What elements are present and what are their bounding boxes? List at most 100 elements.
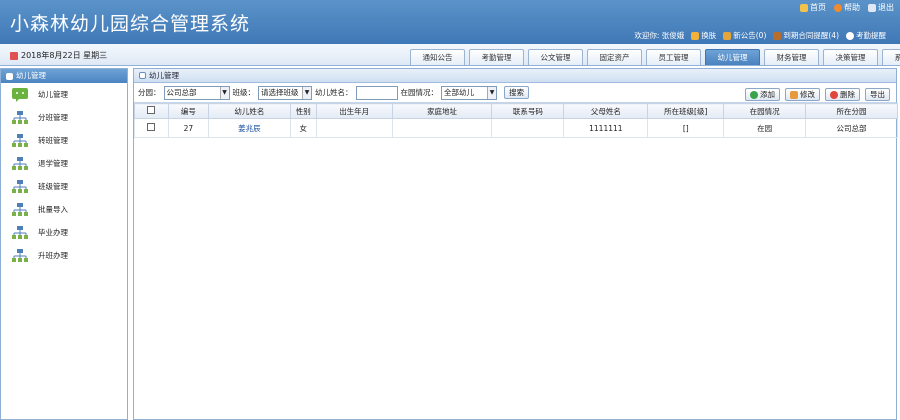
child-name-label: 幼儿姓名： (315, 88, 353, 97)
skin-switch[interactable]: 换肤 (691, 30, 716, 41)
contract-link[interactable]: 到期合同提醒(4) (773, 30, 839, 41)
skin-label: 换肤 (701, 31, 717, 40)
table-cell: 在园 (723, 118, 807, 138)
chevron-down-icon: ▼ (219, 86, 229, 99)
org-chart-icon (10, 201, 30, 219)
tab-attendance[interactable]: 考勤管理 (469, 49, 524, 65)
sidebar-item-label: 批量导入 (38, 205, 68, 214)
org-chart-icon (10, 132, 30, 150)
search-button[interactable]: 搜索 (504, 86, 529, 99)
exit-icon (868, 3, 876, 12)
status-label: 在园情况： (400, 88, 439, 97)
column-header: 所在分园 (805, 103, 898, 119)
home-link[interactable]: 首页 (800, 2, 826, 13)
user-bar: 欢迎你: 张俊娥 换肤 新公告(0) 到期合同提醒(4) 考勤提醒 (634, 30, 886, 41)
notice-label: 新公告(0) (733, 31, 767, 40)
tab-system[interactable]: 系统管理 (882, 49, 900, 65)
tab-staff[interactable]: 员工管理 (646, 49, 701, 65)
column-header: 出生年月 (315, 103, 393, 119)
add-button[interactable]: 添加 (745, 88, 780, 101)
sidebar: 幼儿管理 幼儿管理 分班管理 转班管理 退学管理 班级管理 批量导入 毕业办理 升班办理 (0, 68, 128, 420)
sidebar-item-label: 转班管理 (38, 136, 68, 145)
main-header: 幼儿管理 (134, 69, 896, 83)
child-name-input[interactable] (355, 85, 398, 100)
sidebar-item[interactable]: 升班办理 (1, 244, 127, 267)
column-header: 在园情况 (723, 103, 807, 119)
select-all-checkbox[interactable] (147, 106, 156, 114)
sidebar-item-label: 班级管理 (38, 182, 68, 191)
org-chart-icon (10, 109, 30, 127)
column-header: 所在班级[级] (647, 103, 725, 119)
sidebar-item-label: 升班办理 (38, 251, 68, 260)
table-cell: 1111111 (563, 118, 649, 138)
org-chart-icon (10, 178, 30, 196)
status-select[interactable]: 全部幼儿 ▼ (441, 85, 497, 100)
sidebar-item[interactable]: 班级管理 (1, 175, 127, 198)
add-label: 添加 (760, 90, 775, 99)
table-cell (315, 118, 393, 138)
class-value: 请选择班级 (261, 88, 299, 97)
class-select[interactable]: 请选择班级 ▼ (258, 85, 312, 100)
table-cell: 27 (167, 118, 209, 138)
tab-children[interactable]: 幼儿管理 (705, 49, 760, 65)
skin-icon (691, 31, 700, 40)
main-title: 幼儿管理 (149, 70, 179, 80)
sidebar-item[interactable]: 分班管理 (1, 106, 127, 129)
exit-link[interactable]: 退出 (868, 2, 894, 13)
column-header (134, 103, 169, 119)
sidebar-item[interactable]: 幼儿管理 (1, 83, 127, 106)
date-text: 2018年8月22日 星期三 (21, 51, 108, 60)
status-value: 全部幼儿 (444, 88, 474, 97)
chevron-down-icon: ▼ (302, 86, 311, 99)
notice-link[interactable]: 新公告(0) (723, 30, 766, 41)
sidebar-item[interactable]: 批量导入 (1, 198, 127, 221)
welcome-text: 欢迎你: 张俊娥 (634, 31, 685, 40)
sidebar-item-label: 幼儿管理 (38, 90, 68, 99)
nav-bar: 2018年8月22日 星期三 通知公告 考勤管理 公文管理 固定资产 员工管理 … (0, 44, 900, 66)
branch-select[interactable]: 公司总部 ▼ (163, 85, 230, 100)
branch-label: 分园： (138, 88, 161, 97)
chat-icon (10, 86, 30, 104)
notice-icon (723, 31, 732, 40)
table-cell: 姜兆辰 (207, 118, 291, 138)
delete-label: 删除 (840, 90, 855, 99)
sidebar-item-label: 毕业办理 (38, 228, 68, 237)
tab-documents[interactable]: 公文管理 (528, 49, 583, 65)
help-label: 帮助 (844, 3, 860, 12)
chevron-down-icon: ▼ (487, 86, 496, 99)
tab-decision[interactable]: 决策管理 (823, 49, 878, 65)
action-bar: 添加 修改 删除 导出 (745, 88, 890, 101)
table-cell: 公司总部 (805, 118, 898, 138)
child-name-link[interactable]: 姜兆辰 (238, 124, 261, 133)
sidebar-item[interactable]: 退学管理 (1, 152, 127, 175)
table-cell: [] (647, 118, 725, 138)
column-header: 幼儿姓名 (207, 103, 291, 119)
table-row[interactable]: 27 姜兆辰 女 1111111[] 在园 公司总部 (134, 118, 898, 138)
tab-assets[interactable]: 固定资产 (587, 49, 642, 65)
column-header: 家庭地址 (391, 103, 493, 119)
edit-button[interactable]: 修改 (785, 88, 820, 101)
sidebar-item[interactable]: 毕业办理 (1, 221, 127, 244)
top-links: 首页 帮助 退出 (800, 2, 894, 13)
tab-finance[interactable]: 财务管理 (764, 49, 819, 65)
calendar-icon (10, 51, 18, 60)
tab-notice[interactable]: 通知公告 (410, 49, 465, 65)
contract-label: 到期合同提醒(4) (783, 31, 839, 40)
column-header: 父母姓名 (563, 103, 649, 119)
edit-icon (790, 90, 798, 99)
branch-value: 公司总部 (166, 88, 197, 97)
column-header: 联系号码 (491, 103, 565, 119)
attendance-label: 考勤提醒 (856, 31, 886, 40)
sidebar-item-label: 分班管理 (38, 113, 68, 122)
panel-icon (139, 72, 146, 79)
row-checkbox[interactable] (147, 123, 156, 131)
edit-label: 修改 (800, 90, 815, 99)
export-button[interactable]: 导出 (865, 88, 890, 101)
clock-icon (846, 31, 854, 40)
delete-button[interactable]: 删除 (825, 88, 860, 101)
help-link[interactable]: 帮助 (834, 2, 860, 13)
table-header-row: 编号 幼儿姓名 性别 出生年月 家庭地址 联系号码 父母姓名 所在班级[级] 在园情况 所在分园 (134, 103, 898, 119)
sidebar-item[interactable]: 转班管理 (1, 129, 127, 152)
date-display: 2018年8月22日 星期三 (10, 50, 107, 61)
attendance-link[interactable]: 考勤提醒 (846, 30, 886, 41)
